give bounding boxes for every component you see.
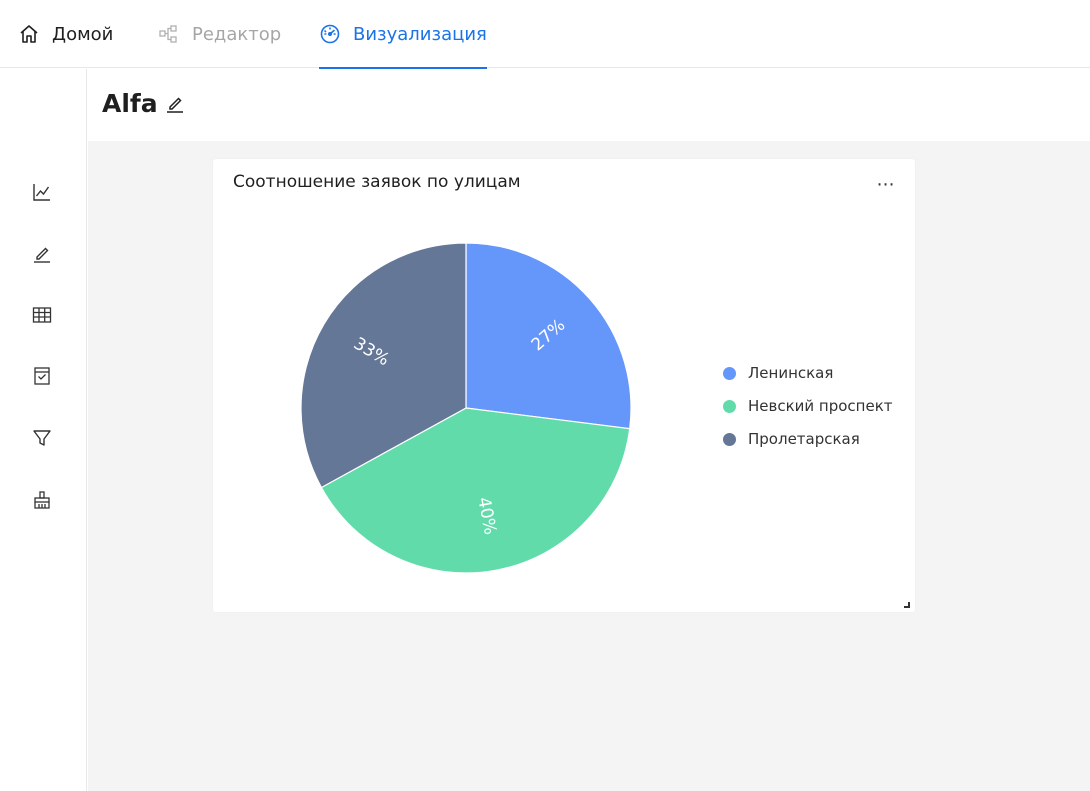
tab-visualization-label: Визуализация [353,23,487,45]
edit-title-button[interactable] [164,93,186,115]
sidebar-edit[interactable] [31,243,53,265]
sidebar-line-chart[interactable] [31,181,53,203]
legend-item[interactable]: Пролетарская [723,428,860,450]
legend-label: Пролетарская [748,430,860,448]
flow-icon [158,23,180,45]
sidebar-filter[interactable] [31,427,53,449]
report-icon [34,367,50,385]
filter-icon [33,430,51,446]
line-chart-icon [33,184,50,201]
title-bar: Alfa [88,69,1090,141]
tab-editor[interactable]: Редактор [158,0,281,68]
tab-home-label: Домой [52,23,114,45]
pie-chart: 27%40%33% [300,242,632,574]
more-icon: ⋯ [876,173,896,195]
legend-label: Невский проспект [748,397,893,415]
chart-card[interactable]: Соотношение заявок по улицам ⋯ 27% 40% 33%… [213,159,915,612]
home-icon [18,23,40,45]
tab-visualization[interactable]: Визуализация [319,0,487,69]
tab-home[interactable]: Домой [18,0,113,68]
more-options-button[interactable]: ⋯ [875,173,897,195]
pencil-icon [167,97,183,113]
dashboard-gauge-icon [319,23,341,45]
legend-item[interactable]: Ленинская [723,362,833,384]
legend-color-dot [723,399,736,413]
top-navigation: Домой Редактор Визуализация [0,0,1090,69]
page-title: Alfa [102,89,158,118]
sidebar-format[interactable] [31,489,53,511]
legend-color-dot [723,366,736,380]
left-sidebar [0,69,87,791]
legend-label: Ленинская [748,364,834,382]
legend-color-dot [723,432,736,446]
table-icon [32,307,52,323]
sidebar-report[interactable] [31,365,53,387]
brush-icon [34,491,50,509]
sidebar-table[interactable] [31,304,53,326]
legend-item[interactable]: Невский проспект [723,395,893,417]
pencil-icon [34,247,50,263]
resize-handle[interactable] [904,602,910,608]
tab-editor-label: Редактор [192,23,282,45]
